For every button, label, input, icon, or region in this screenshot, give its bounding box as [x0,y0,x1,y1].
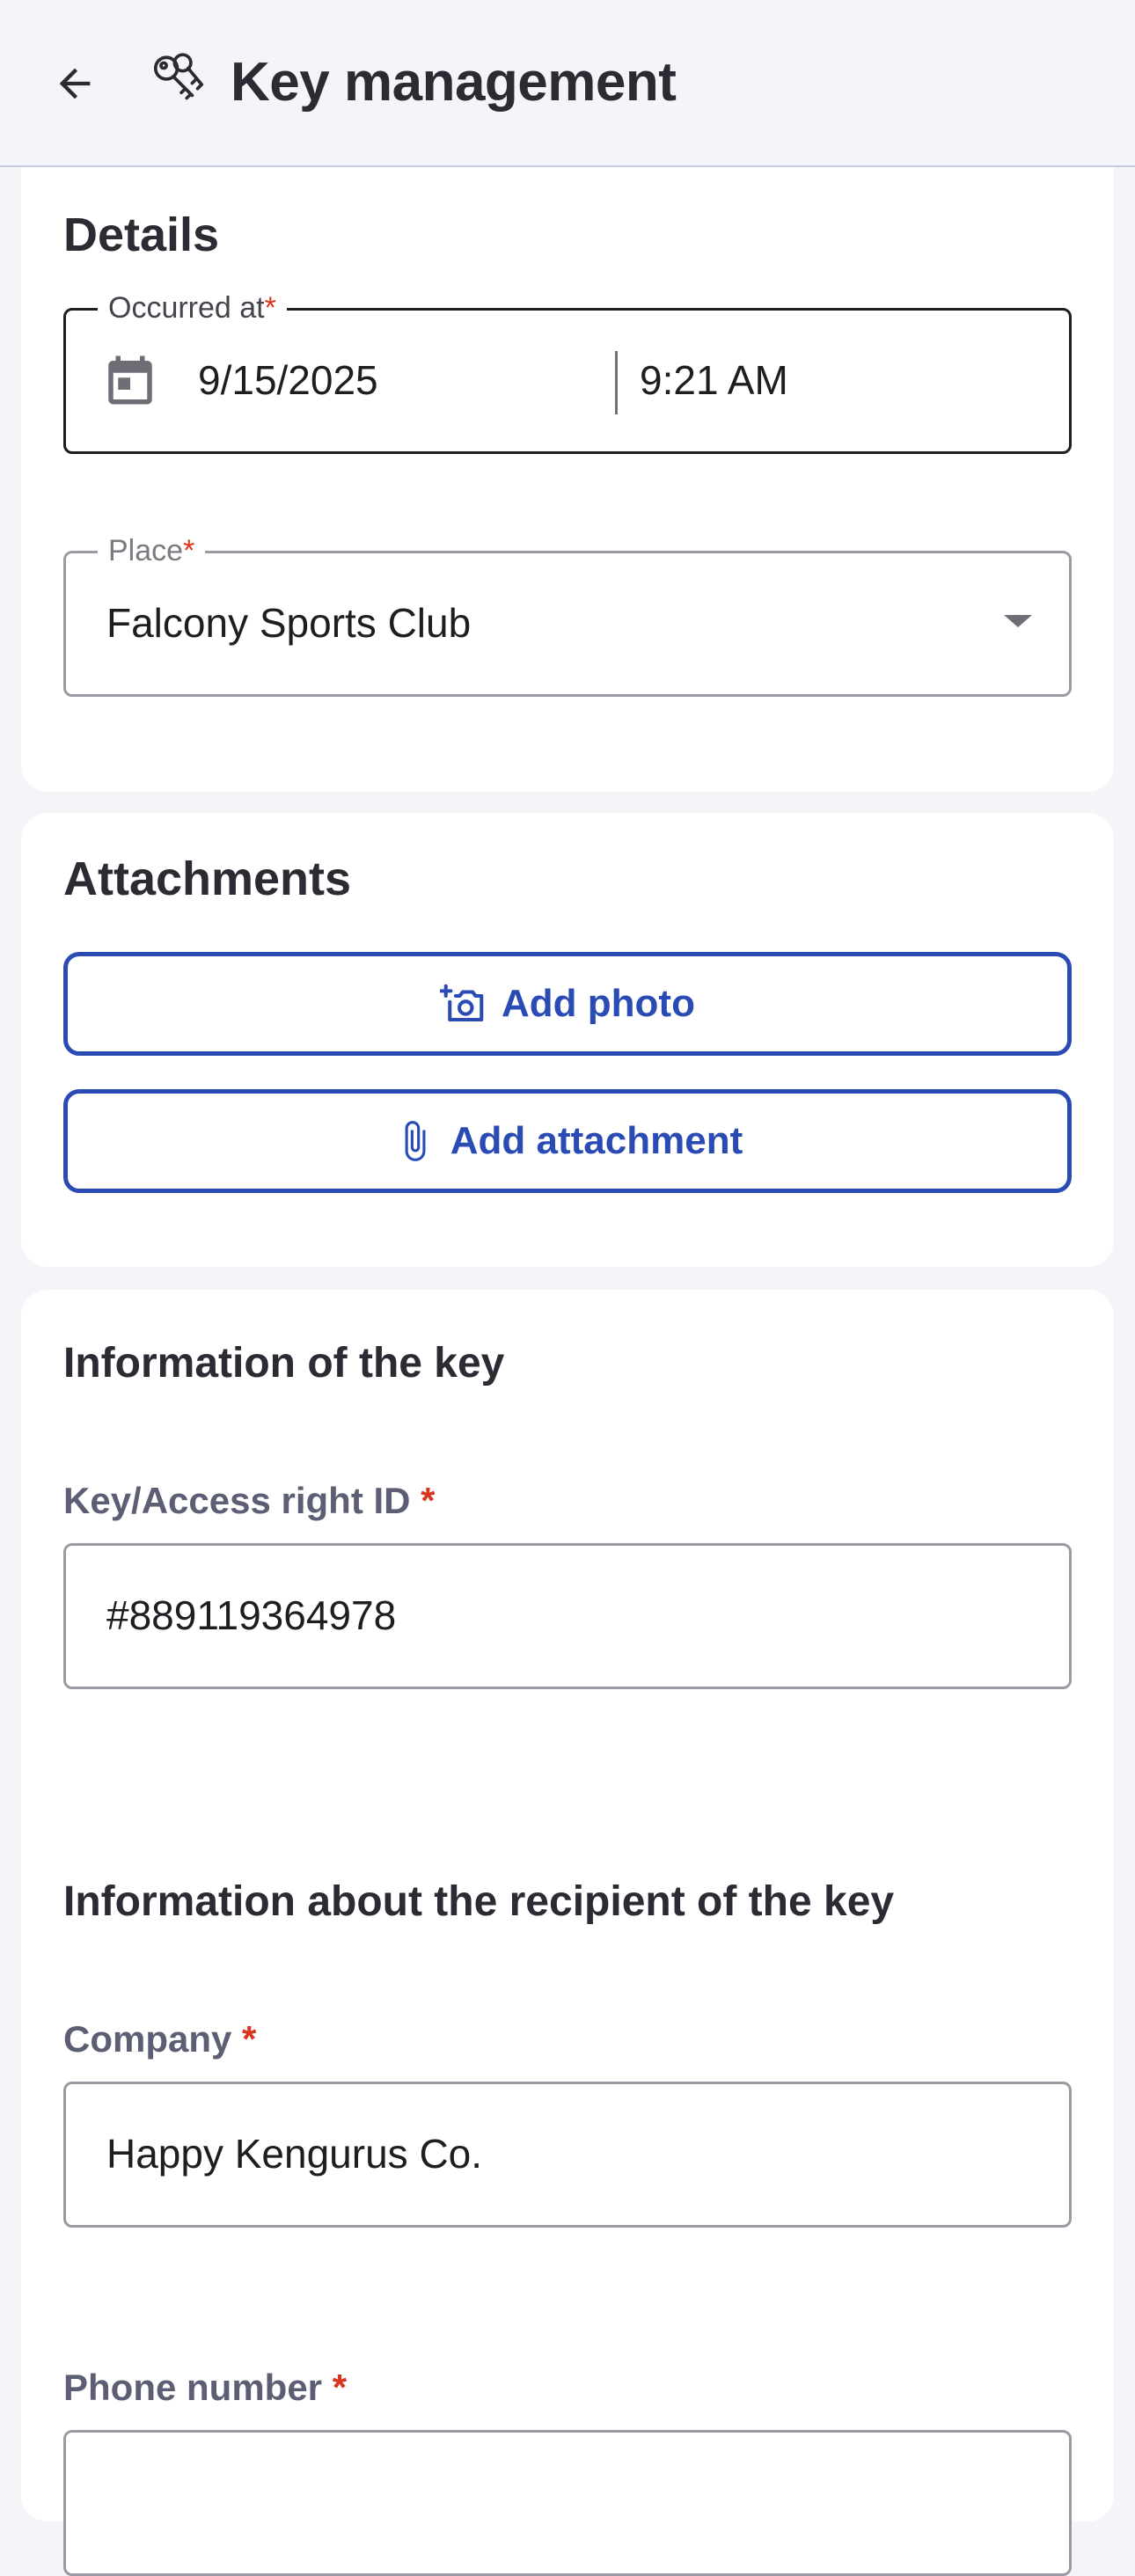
date-time-divider [615,351,618,414]
attachments-card: Attachments Add photo Add attachment [21,813,1114,1267]
paperclip-icon [405,1121,426,1161]
place-select[interactable]: Place* Falcony Sports Club [63,534,1072,697]
details-title: Details [63,209,220,261]
add-photo-label: Add photo [502,982,695,1025]
key-info-title: Information of the key [63,1340,505,1387]
place-value: Falcony Sports Club [106,600,472,646]
company-input[interactable]: Happy Kengurus Co. [63,2082,1072,2228]
phone-label: Phone number * [63,2367,348,2408]
key-information-card: Information of the key Key/Access right … [21,1290,1114,2576]
calendar-icon[interactable] [101,351,159,409]
occurred-at-field[interactable]: Occurred at* 9/15/2025 9:21 AM [63,291,1072,454]
phone-input[interactable] [63,2430,1072,2576]
key-id-label: Key/Access right ID * [63,1480,436,1521]
app-bar: Key management [0,0,1135,167]
add-attachment-label: Add attachment [450,1119,743,1162]
key-id-input[interactable]: #889119364978 [63,1543,1072,1689]
dropdown-arrow-icon [1004,615,1032,627]
recipient-title: Information about the recipient of the k… [63,1878,895,1925]
add-photo-icon [440,984,484,1022]
details-card: Details Occurred at* 9/15/2025 9:21 AM P… [21,167,1114,792]
add-attachment-button[interactable]: Add attachment [63,1089,1072,1193]
attachments-title: Attachments [63,853,352,905]
company-value: Happy Kengurus Co. [106,2131,483,2177]
company-label: Company * [63,2018,257,2060]
time-value[interactable]: 9:21 AM [640,356,788,404]
date-value[interactable]: 9/15/2025 [198,356,378,404]
arrow-left-icon [59,68,91,99]
occurred-at-label: Occurred at* [98,291,287,326]
keys-icon [153,53,204,100]
key-id-value: #889119364978 [106,1592,397,1638]
place-label: Place* [98,534,206,568]
back-button[interactable] [44,53,106,114]
page-title: Key management [231,52,677,113]
add-photo-button[interactable]: Add photo [63,952,1072,1056]
